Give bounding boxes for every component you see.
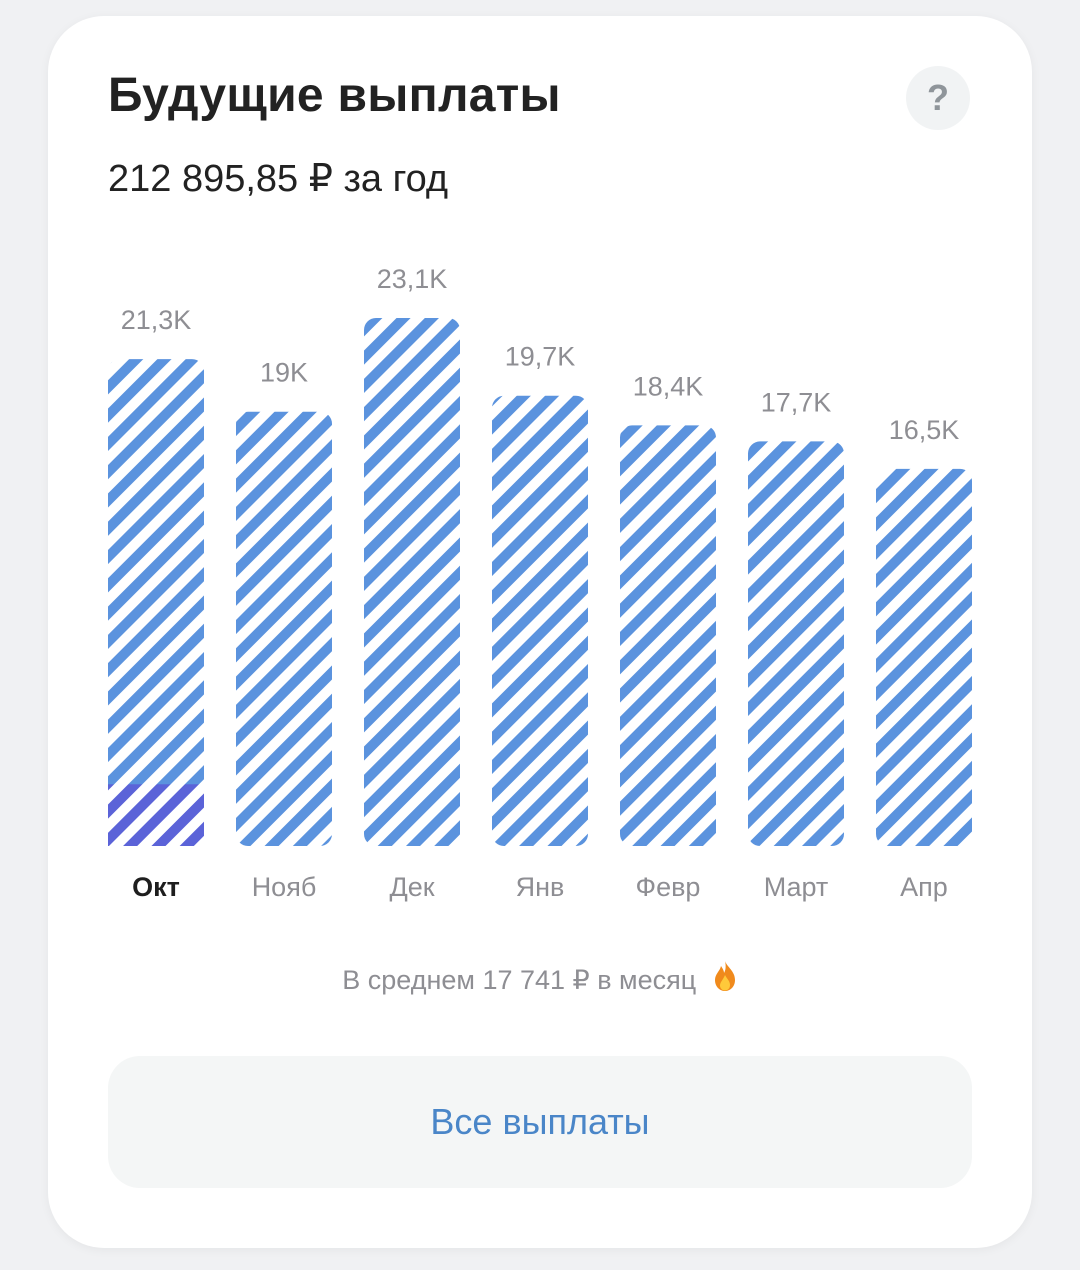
bar-value-label: 19K [260,358,308,388]
bar-Янв[interactable] [492,395,588,846]
bar-Апр[interactable] [876,468,972,846]
fire-icon [712,960,738,999]
bar-value-label: 17,7K [761,387,832,417]
month-label-Февр[interactable]: Февр [636,872,701,902]
bar-paid-segment [108,784,204,846]
month-label-Окт[interactable]: Окт [132,872,180,902]
bar-value-label: 18,4K [633,371,704,401]
bar-value-label: 16,5K [889,415,960,445]
month-label-Апр[interactable]: Апр [900,872,948,902]
average-text: В среднем 17 741 ₽ в месяц [342,965,697,995]
average-per-month: В среднем 17 741 ₽ в месяц [48,960,1032,999]
bar-value-label: 21,3K [121,305,192,335]
bar-Нояб[interactable] [236,411,332,846]
month-label-Янв[interactable]: Янв [516,872,565,902]
month-label-Нояб[interactable]: Нояб [252,872,317,902]
future-payments-card: Будущие выплаты 212 895,85 ₽ за год ? 21… [48,16,1032,1248]
bar-value-label: 19,7K [505,342,576,372]
payments-chart: 21,3K Окт 19K Нояб 23,1K Дек 19,7K Янв 18,4K Февр… [108,264,972,902]
all-payments-button[interactable]: Все выплаты [108,1056,972,1188]
bar-value-label: 23,1K [377,264,448,294]
bar-Март[interactable] [748,441,844,846]
bar-Февр[interactable] [620,425,716,846]
bar-Окт[interactable] [108,359,204,846]
bar-Дек[interactable] [364,318,460,846]
month-label-Март[interactable]: Март [764,872,829,902]
month-label-Дек[interactable]: Дек [389,872,434,902]
